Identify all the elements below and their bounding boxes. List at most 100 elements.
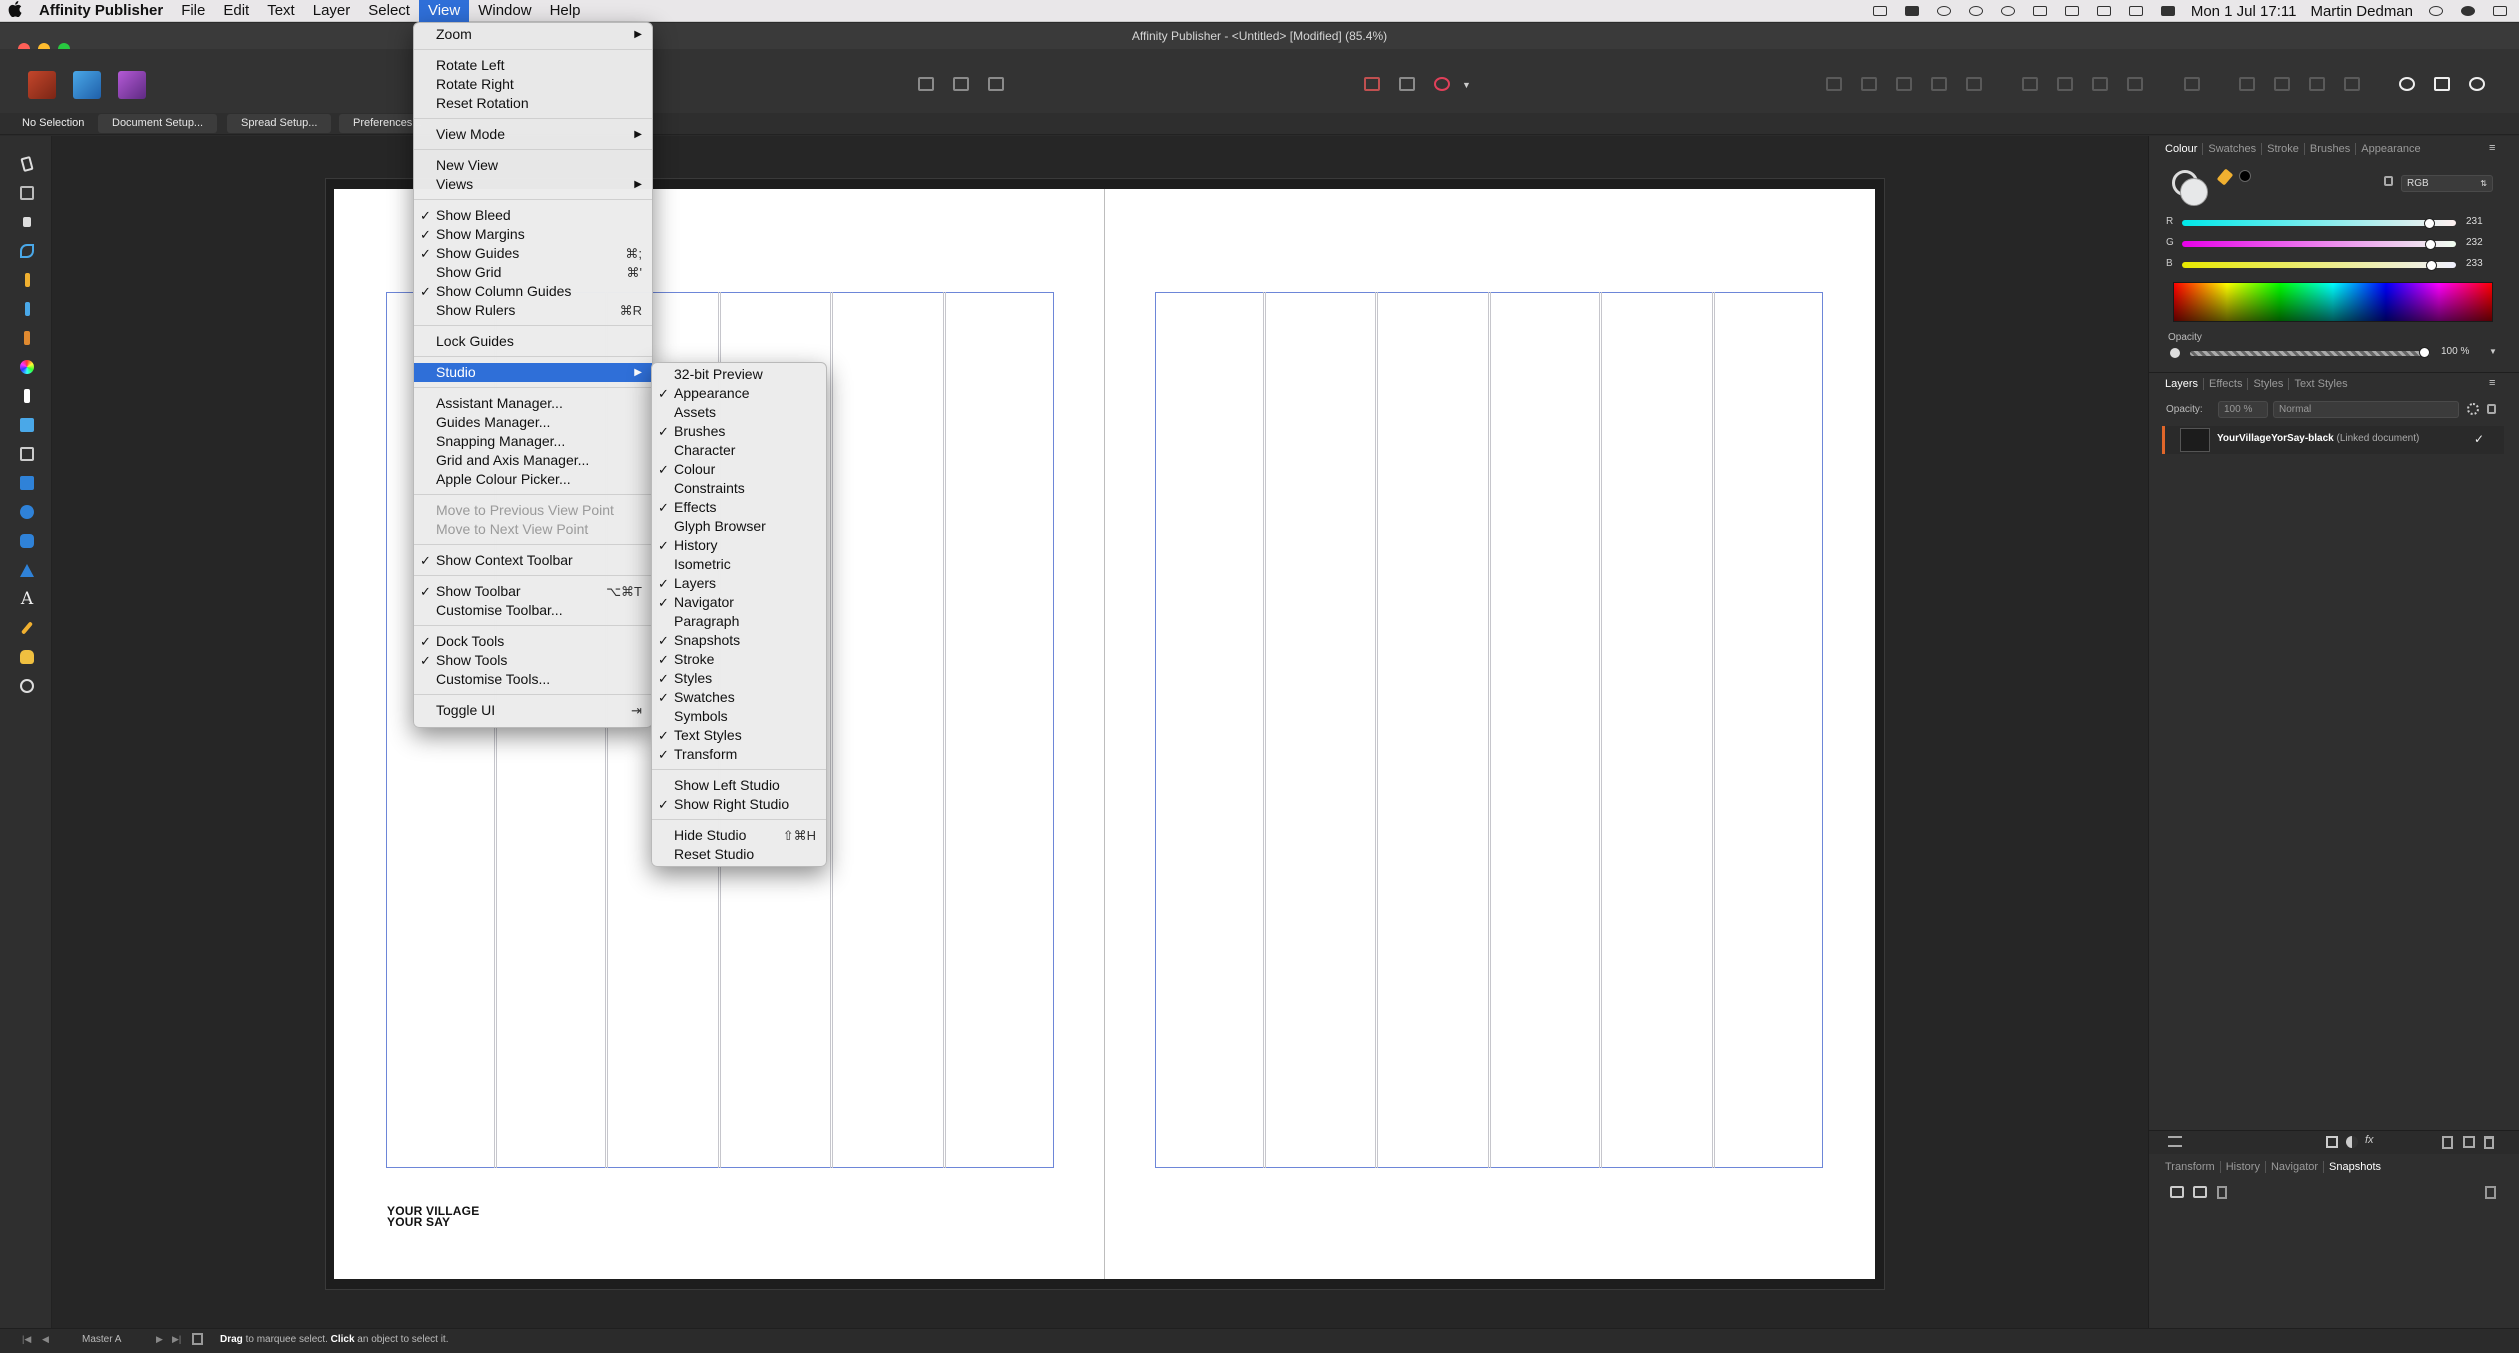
studio-menu-item-colour[interactable]: ✓ Colour xyxy=(652,460,826,479)
tab-text-styles[interactable]: Text Styles xyxy=(2289,378,2352,390)
studio-menu-item-32-bit-preview[interactable]: 32-bit Preview xyxy=(652,365,826,384)
group-layers-icon[interactable] xyxy=(2463,1136,2475,1148)
opacity-reset-icon[interactable] xyxy=(2170,348,2180,358)
studio-menu-item-text-styles[interactable]: ✓ Text Styles xyxy=(652,726,826,745)
view-menu-item-show-margins[interactable]: ✓ Show Margins xyxy=(414,225,652,244)
designer-persona-icon[interactable] xyxy=(28,71,56,99)
menu-select[interactable]: Select xyxy=(359,0,419,22)
snapping-options-icon[interactable] xyxy=(1393,72,1421,96)
wifi-icon[interactable] xyxy=(2095,4,2113,18)
view-menu-item-zoom[interactable]: Zoom ▶ xyxy=(414,25,652,44)
studio-menu-item-symbols[interactable]: Symbols xyxy=(652,707,826,726)
page-indicator[interactable]: Master A xyxy=(82,1334,121,1345)
studio-menu-item-navigator[interactable]: ✓ Navigator xyxy=(652,593,826,612)
blend-mode-select[interactable]: Normal xyxy=(2273,401,2459,418)
rotate-icon[interactable] xyxy=(2086,72,2114,96)
tab-snapshots[interactable]: Snapshots xyxy=(2324,1161,2386,1173)
green-slider[interactable] xyxy=(2182,241,2456,247)
view-menu-item-show-context-toolbar[interactable]: ✓ Show Context Toolbar xyxy=(414,551,652,570)
vector-brush-tool-icon[interactable] xyxy=(17,299,37,319)
transparency-tool-icon[interactable] xyxy=(17,386,37,406)
studio-menu-item-glyph-browser[interactable]: Glyph Browser xyxy=(652,517,826,536)
tab-transform[interactable]: Transform xyxy=(2160,1161,2221,1173)
page-thumbnail-icon[interactable] xyxy=(192,1333,203,1345)
studio-menu-item-effects[interactable]: ✓ Effects xyxy=(652,498,826,517)
studio-menu-item-character[interactable]: Character xyxy=(652,441,826,460)
tab-swatches[interactable]: Swatches xyxy=(2203,143,2263,155)
view-menu-item-rotate-left[interactable]: Rotate Left xyxy=(414,56,652,75)
preflight-icon[interactable] xyxy=(2463,72,2491,96)
view-mode-bleed-icon[interactable] xyxy=(947,72,975,96)
next-page-icon[interactable]: ▶ xyxy=(156,1334,163,1345)
opacity-value[interactable]: 100 % xyxy=(2441,346,2469,357)
picture-frame-tool-icon[interactable] xyxy=(17,415,37,435)
view-mode-normal-icon[interactable] xyxy=(912,72,940,96)
view-mode-clip-icon[interactable] xyxy=(982,72,1010,96)
spread-setup-button[interactable]: Spread Setup... xyxy=(227,114,332,133)
view-menu-item-toggle-ui[interactable]: Toggle UI ⇥ xyxy=(414,701,652,720)
boolean-subtract-icon[interactable] xyxy=(2268,72,2296,96)
opacity-slider-knob[interactable] xyxy=(2419,347,2430,358)
view-menu-item-show-bleed[interactable]: ✓ Show Bleed xyxy=(414,206,652,225)
view-menu-item-show-column-guides[interactable]: ✓ Show Column Guides xyxy=(414,282,652,301)
rectangle-tool-icon[interactable] xyxy=(17,473,37,493)
view-menu-item-reset-rotation[interactable]: Reset Rotation xyxy=(414,94,652,113)
blue-value[interactable]: 233 xyxy=(2466,258,2483,269)
arrange-backward-icon[interactable] xyxy=(1855,72,1883,96)
studio-menu-item-swatches[interactable]: ✓ Swatches xyxy=(652,688,826,707)
studio-menu-item-paragraph[interactable]: Paragraph xyxy=(652,612,826,631)
red-value[interactable]: 231 xyxy=(2466,216,2483,227)
studio-menu-item-brushes[interactable]: ✓ Brushes xyxy=(652,422,826,441)
node-tool-icon[interactable] xyxy=(17,212,37,232)
blue-slider[interactable] xyxy=(2182,262,2456,268)
studio-menu-item-constraints[interactable]: Constraints xyxy=(652,479,826,498)
lock-icon[interactable] xyxy=(2384,176,2393,186)
studio-menu-item-snapshots[interactable]: ✓ Snapshots xyxy=(652,631,826,650)
fx-icon[interactable]: fx xyxy=(2365,1134,2374,1146)
battery-icon[interactable] xyxy=(2159,4,2177,18)
menubar-user[interactable]: Martin Dedman xyxy=(2310,3,2413,20)
zoom-tool-icon[interactable] xyxy=(17,676,37,696)
view-menu-item-views[interactable]: Views ▶ xyxy=(414,175,652,194)
studio-menu-item-history[interactable]: ✓ History xyxy=(652,536,826,555)
display-icon[interactable] xyxy=(2031,4,2049,18)
siri-icon[interactable] xyxy=(2459,4,2477,18)
menu-edit[interactable]: Edit xyxy=(214,0,258,22)
menu-app-name[interactable]: Affinity Publisher xyxy=(30,0,172,22)
tab-brushes[interactable]: Brushes xyxy=(2305,143,2357,155)
adjustment-icon[interactable] xyxy=(2346,1136,2358,1148)
align-icon[interactable] xyxy=(1960,72,1988,96)
studio-menu-item-layers[interactable]: ✓ Layers xyxy=(652,574,826,593)
publisher-persona-icon[interactable] xyxy=(73,71,101,99)
studio-toggle-icon[interactable] xyxy=(2428,72,2456,96)
view-menu-item-studio[interactable]: Studio ▶ xyxy=(414,363,652,382)
view-menu-item-guides-manager[interactable]: Guides Manager... xyxy=(414,413,652,432)
add-layer-icon[interactable] xyxy=(2442,1136,2453,1149)
opacity-dropdown-arrow-icon[interactable]: ▼ xyxy=(2489,347,2497,356)
notification-center-icon[interactable] xyxy=(2491,4,2509,18)
arrange-forward-icon[interactable] xyxy=(1890,72,1918,96)
view-menu-item-show-grid[interactable]: Show Grid ⌘' xyxy=(414,263,652,282)
view-menu-item-customise-toolbar[interactable]: Customise Toolbar... xyxy=(414,601,652,620)
view-menu-item-lock-guides[interactable]: Lock Guides xyxy=(414,332,652,351)
view-menu-item-show-rulers[interactable]: Show Rulers ⌘R xyxy=(414,301,652,320)
menu-file[interactable]: File xyxy=(172,0,214,22)
studio-menu-item-reset-studio[interactable]: Reset Studio xyxy=(652,845,826,864)
view-menu-item-show-guides[interactable]: ✓ Show Guides ⌘; xyxy=(414,244,652,263)
menu-text[interactable]: Text xyxy=(258,0,304,22)
sync-icon[interactable] xyxy=(1967,4,1985,18)
brand-logo-text[interactable]: YOUR VILLAGE YOUR SAY xyxy=(387,1205,479,1228)
layer-visibility-check[interactable]: ✓ xyxy=(2474,432,2484,446)
restore-snapshot-icon[interactable] xyxy=(2193,1186,2207,1198)
studio-menu-item-transform[interactable]: ✓ Transform xyxy=(652,745,826,764)
boolean-divide-icon[interactable] xyxy=(2338,72,2366,96)
bluetooth-icon[interactable] xyxy=(2063,4,2081,18)
view-menu-item-dock-tools[interactable]: ✓ Dock Tools xyxy=(414,632,652,651)
studio-menu-item-appearance[interactable]: ✓ Appearance xyxy=(652,384,826,403)
tab-colour[interactable]: Colour xyxy=(2160,143,2204,155)
artboard-tool-icon[interactable] xyxy=(17,183,37,203)
eyedropper-tool-icon[interactable] xyxy=(17,618,37,638)
spotlight-icon[interactable] xyxy=(2427,4,2445,18)
volume-icon[interactable] xyxy=(2127,4,2145,18)
snapping-magnet-icon[interactable] xyxy=(1428,72,1456,96)
